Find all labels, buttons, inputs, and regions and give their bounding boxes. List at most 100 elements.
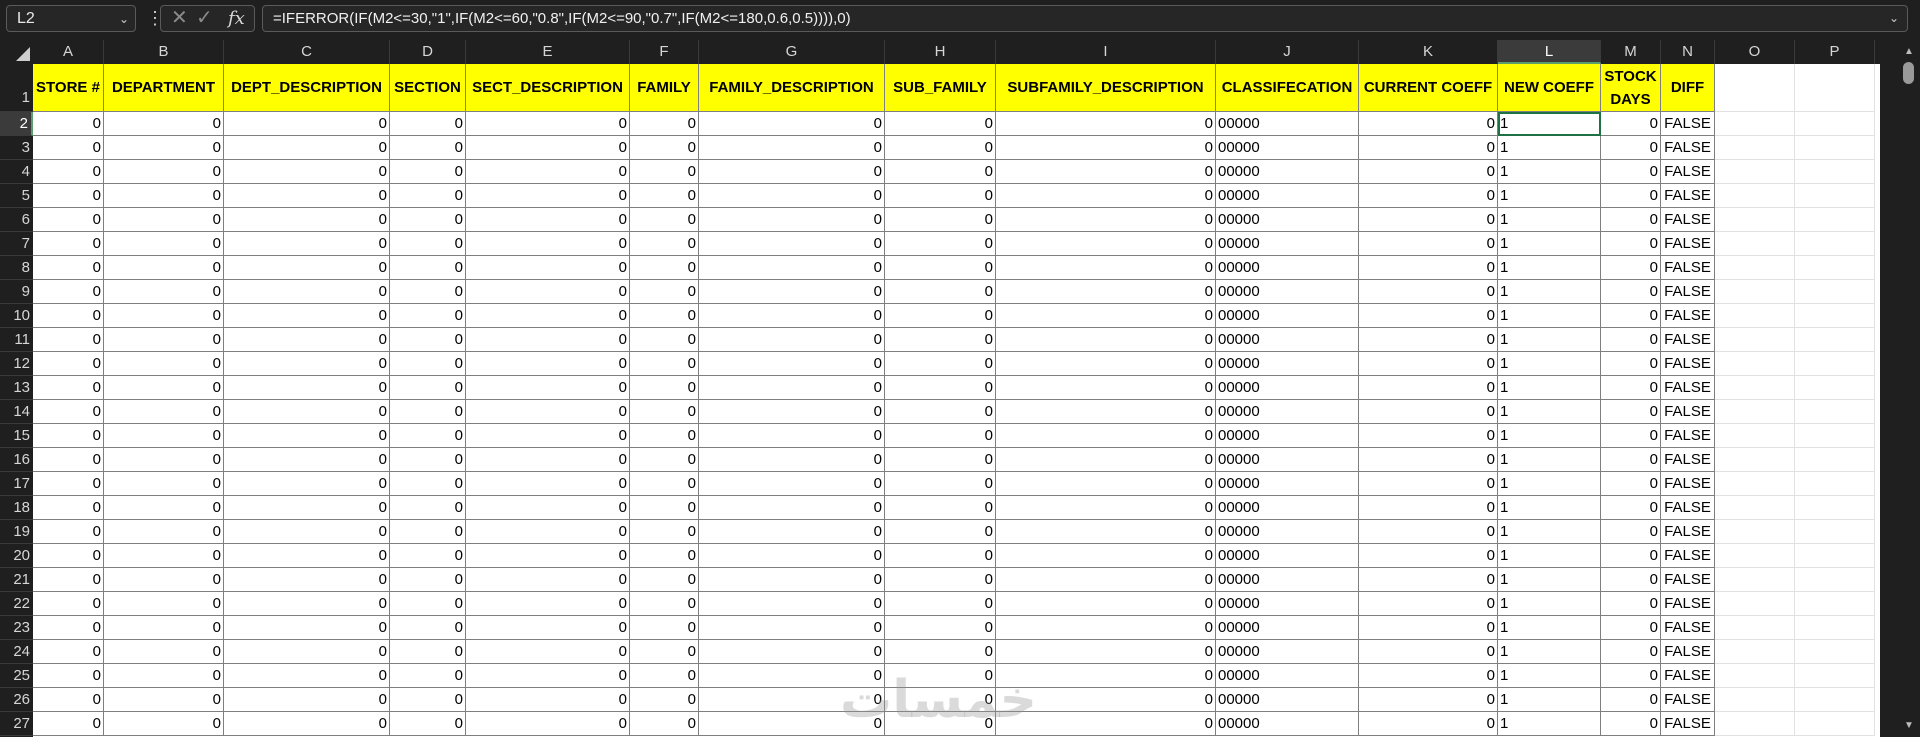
empty-cell[interactable] <box>1715 352 1795 376</box>
cell-b[interactable]: 0 <box>104 256 224 280</box>
cell-a[interactable]: 0 <box>33 160 104 184</box>
column-header-e[interactable]: E <box>466 40 630 64</box>
cell-i[interactable]: 0 <box>996 640 1216 664</box>
cell-c[interactable]: 0 <box>224 712 390 736</box>
cell-f[interactable]: 0 <box>630 664 699 688</box>
cell-e[interactable]: 0 <box>466 400 630 424</box>
cell-f[interactable]: 0 <box>630 640 699 664</box>
cell-h[interactable]: 0 <box>885 712 996 736</box>
cell-j[interactable]: 00000 <box>1216 160 1359 184</box>
cell-f[interactable]: 0 <box>630 280 699 304</box>
row-header-11[interactable]: 11 <box>0 328 33 352</box>
header-cell[interactable]: DEPT_DESCRIPTION <box>224 64 390 112</box>
check-icon[interactable]: ✓ <box>196 6 213 31</box>
cell-m[interactable]: 0 <box>1601 280 1661 304</box>
cell-d[interactable]: 0 <box>390 352 466 376</box>
cell-h[interactable]: 0 <box>885 448 996 472</box>
cell-a[interactable]: 0 <box>33 688 104 712</box>
cell-c[interactable]: 0 <box>224 112 390 136</box>
active-cell[interactable]: 1 <box>1498 112 1601 136</box>
empty-cell[interactable] <box>1795 208 1875 232</box>
cell-m[interactable]: 0 <box>1601 424 1661 448</box>
empty-cell[interactable] <box>1795 160 1875 184</box>
cell-n[interactable]: FALSE <box>1661 304 1715 328</box>
cell-c[interactable]: 0 <box>224 472 390 496</box>
cell-d[interactable]: 0 <box>390 112 466 136</box>
empty-cell[interactable] <box>1715 424 1795 448</box>
cell-a[interactable]: 0 <box>33 304 104 328</box>
row-header-5[interactable]: 5 <box>0 184 33 208</box>
cell-b[interactable]: 0 <box>104 616 224 640</box>
cell-a[interactable]: 0 <box>33 496 104 520</box>
cell-f[interactable]: 0 <box>630 232 699 256</box>
cell-j[interactable]: 00000 <box>1216 520 1359 544</box>
cell-a[interactable]: 0 <box>33 448 104 472</box>
cell-l[interactable]: 1 <box>1498 400 1601 424</box>
cell-e[interactable]: 0 <box>466 352 630 376</box>
name-box[interactable]: L2 ⌄ <box>6 5 136 32</box>
cell-b[interactable]: 0 <box>104 376 224 400</box>
cell-l[interactable]: 1 <box>1498 616 1601 640</box>
cell-g[interactable]: 0 <box>699 448 885 472</box>
cell-m[interactable]: 0 <box>1601 304 1661 328</box>
cell-h[interactable]: 0 <box>885 256 996 280</box>
empty-cell[interactable] <box>1795 664 1875 688</box>
cell-f[interactable]: 0 <box>630 520 699 544</box>
empty-cell[interactable] <box>1795 256 1875 280</box>
cell-k[interactable]: 0 <box>1359 112 1498 136</box>
cell-m[interactable]: 0 <box>1601 328 1661 352</box>
cell-e[interactable]: 0 <box>466 496 630 520</box>
cell-j[interactable]: 00000 <box>1216 544 1359 568</box>
cell-e[interactable]: 0 <box>466 208 630 232</box>
cell-i[interactable]: 0 <box>996 232 1216 256</box>
cell-h[interactable]: 0 <box>885 280 996 304</box>
cell-n[interactable]: FALSE <box>1661 544 1715 568</box>
cell-k[interactable]: 0 <box>1359 712 1498 736</box>
cell-f[interactable]: 0 <box>630 136 699 160</box>
cell-b[interactable]: 0 <box>104 472 224 496</box>
cell-l[interactable]: 1 <box>1498 136 1601 160</box>
cell-h[interactable]: 0 <box>885 616 996 640</box>
expand-formula-icon[interactable]: ⌄ <box>1889 6 1899 31</box>
header-cell[interactable]: SECT_DESCRIPTION <box>466 64 630 112</box>
cell-i[interactable]: 0 <box>996 448 1216 472</box>
cell-e[interactable]: 0 <box>466 232 630 256</box>
cell-g[interactable]: 0 <box>699 424 885 448</box>
cell-c[interactable]: 0 <box>224 400 390 424</box>
cell-g[interactable]: 0 <box>699 640 885 664</box>
cell-c[interactable]: 0 <box>224 376 390 400</box>
cell-m[interactable]: 0 <box>1601 232 1661 256</box>
cell-a[interactable]: 0 <box>33 424 104 448</box>
cell-f[interactable]: 0 <box>630 616 699 640</box>
cell-a[interactable]: 0 <box>33 712 104 736</box>
cell-k[interactable]: 0 <box>1359 640 1498 664</box>
row-header-10[interactable]: 10 <box>0 304 33 328</box>
cell-d[interactable]: 0 <box>390 232 466 256</box>
cell-e[interactable]: 0 <box>466 256 630 280</box>
empty-cell[interactable] <box>1715 472 1795 496</box>
cell-a[interactable]: 0 <box>33 400 104 424</box>
row-header-24[interactable]: 24 <box>0 640 33 664</box>
empty-cell[interactable] <box>1715 328 1795 352</box>
row-header-13[interactable]: 13 <box>0 376 33 400</box>
cell-g[interactable]: 0 <box>699 208 885 232</box>
cell-i[interactable]: 0 <box>996 256 1216 280</box>
cell-l[interactable]: 1 <box>1498 688 1601 712</box>
cell-i[interactable]: 0 <box>996 712 1216 736</box>
cell-i[interactable]: 0 <box>996 688 1216 712</box>
cell-d[interactable]: 0 <box>390 712 466 736</box>
empty-cell[interactable] <box>1795 616 1875 640</box>
cell-b[interactable]: 0 <box>104 688 224 712</box>
cell-c[interactable]: 0 <box>224 256 390 280</box>
cell-a[interactable]: 0 <box>33 136 104 160</box>
row-header-20[interactable]: 20 <box>0 544 33 568</box>
row-header-14[interactable]: 14 <box>0 400 33 424</box>
cell-c[interactable]: 0 <box>224 160 390 184</box>
row-header-25[interactable]: 25 <box>0 664 33 688</box>
empty-cell[interactable] <box>1795 232 1875 256</box>
cell-n[interactable]: FALSE <box>1661 472 1715 496</box>
scroll-thumb[interactable] <box>1903 62 1914 84</box>
column-header-o[interactable]: O <box>1715 40 1795 64</box>
cell-d[interactable]: 0 <box>390 256 466 280</box>
cell-a[interactable]: 0 <box>33 472 104 496</box>
